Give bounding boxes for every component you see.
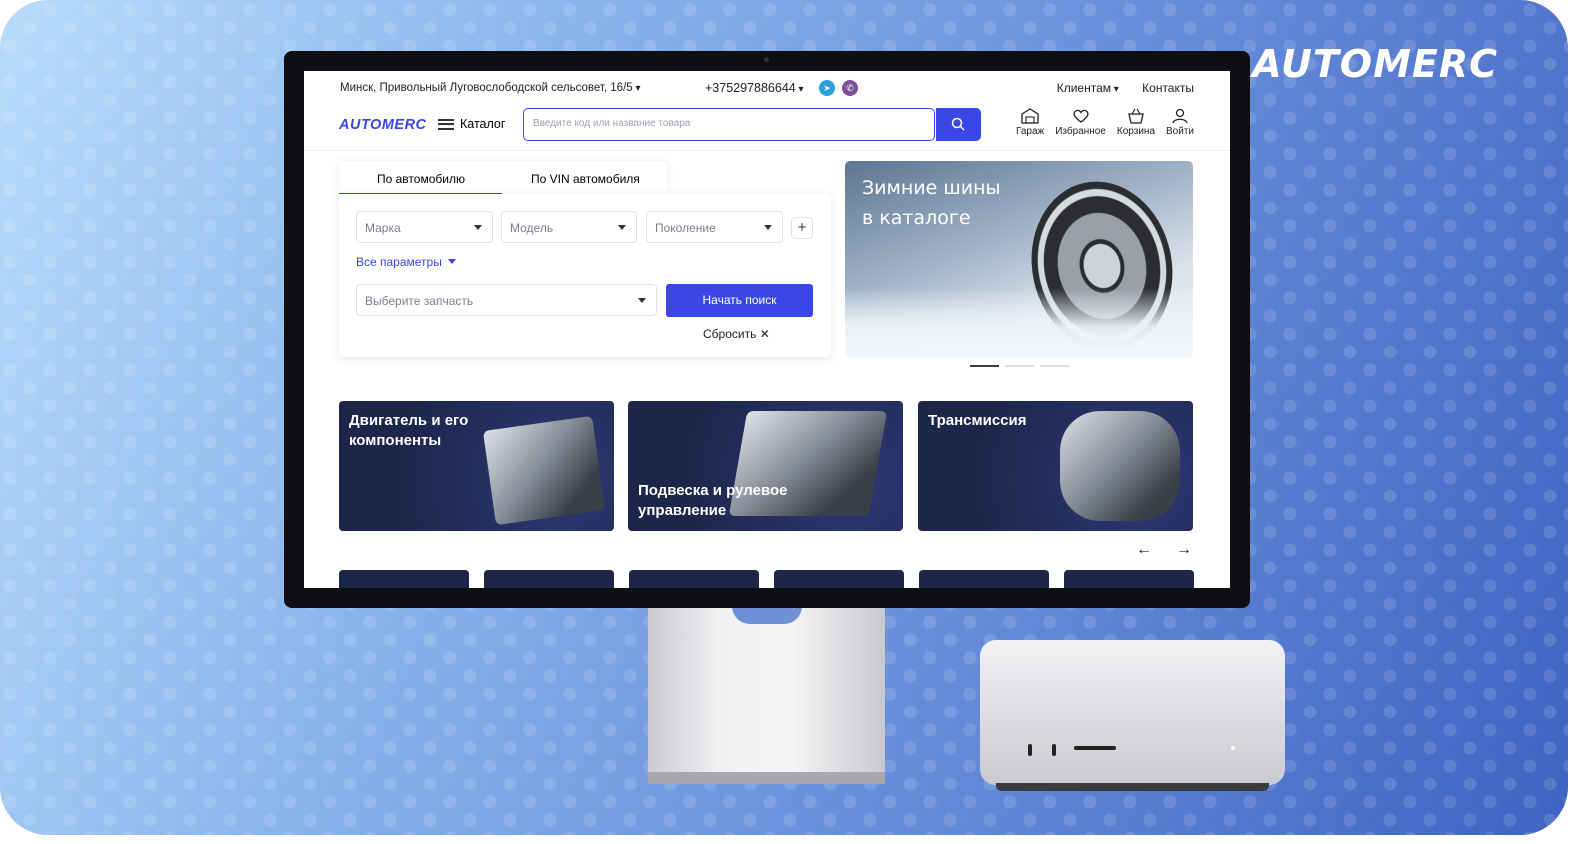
phone-selector[interactable]: +375297886644 [705, 81, 804, 95]
engine-image [482, 415, 606, 526]
search-tabs: По автомобилю По VIN автомобиля [339, 161, 667, 195]
arrow-left-icon[interactable]: ← [1136, 541, 1152, 558]
header: AUTOMERC Каталог Введите код или названи… [304, 107, 1230, 151]
user-icon [1172, 108, 1188, 124]
model-select[interactable]: Модель [501, 211, 637, 243]
address-selector[interactable]: Минск, Привольный Луговослободской сельс… [340, 82, 640, 94]
monitor-stand-base [648, 772, 885, 784]
search-button[interactable] [936, 108, 981, 141]
basket-icon [1128, 108, 1144, 124]
heart-icon [1073, 109, 1089, 123]
category-title: Подвеска и рулевое управление [638, 482, 788, 519]
product-card[interactable] [774, 570, 904, 588]
garage-label: Гараж [1016, 126, 1045, 137]
car-search-panel: Марка Модель Поколение + Все параметры В… [339, 194, 831, 357]
reset-label: Сбросить [703, 327, 757, 341]
category-transmission[interactable]: Трансмиссия [918, 401, 1193, 531]
usb-port-icon [1028, 744, 1032, 756]
carousel-dot[interactable] [970, 365, 999, 367]
sd-slot-icon [1074, 746, 1116, 750]
cart-label: Корзина [1116, 126, 1156, 137]
reset-button[interactable]: Сбросить ✕ [703, 327, 770, 341]
category-suspension[interactable]: Подвеска и рулевое управление [628, 401, 903, 531]
start-search-button[interactable]: Начать поиск [666, 284, 813, 317]
carousel-dots [970, 365, 1069, 367]
usb-port-icon [1052, 744, 1056, 756]
mac-studio [980, 640, 1285, 791]
catalog-label: Каталог [460, 117, 506, 131]
camera-icon [764, 57, 769, 62]
power-led-icon [1231, 746, 1235, 750]
product-row-preview [339, 570, 1194, 588]
banner-line-1: Зимние шины [862, 177, 1001, 199]
tab-by-car[interactable]: По автомобилю [377, 172, 465, 186]
add-icon[interactable]: + [791, 217, 813, 239]
garage-button[interactable]: Гараж [1016, 108, 1044, 137]
product-card[interactable] [484, 570, 614, 588]
clients-menu[interactable]: Клиентам [1057, 81, 1119, 95]
cart-button[interactable]: Корзина [1117, 108, 1155, 137]
category-title: Двигатель и его компоненты [349, 412, 469, 449]
close-icon: ✕ [759, 327, 770, 341]
viber-icon[interactable]: ✆ [842, 80, 858, 96]
category-title: Трансмиссия [928, 412, 1027, 429]
login-button[interactable]: Войти [1166, 108, 1194, 137]
site-logo[interactable]: AUTOMERC [339, 117, 427, 133]
mac-studio-base [996, 783, 1269, 791]
product-card[interactable] [919, 570, 1049, 588]
category-arrows: ← → [1136, 541, 1216, 559]
favorites-label: Избранное [1055, 126, 1106, 137]
monitor: Минск, Привольный Луговослободской сельс… [284, 51, 1250, 608]
carousel-dot[interactable] [1005, 365, 1034, 367]
transmission-image [1060, 411, 1180, 521]
favorites-button[interactable]: Избранное [1055, 108, 1106, 137]
brand-logo: AUTOMERC [1252, 42, 1498, 86]
product-card[interactable] [1064, 570, 1194, 588]
all-params-toggle[interactable]: Все параметры [356, 255, 456, 269]
tab-by-vin[interactable]: По VIN автомобиля [531, 172, 640, 186]
contacts-link[interactable]: Контакты [1142, 81, 1194, 95]
banner-title: Зимние шины в каталоге [862, 173, 1001, 233]
generation-select[interactable]: Поколение [646, 211, 783, 243]
product-card[interactable] [629, 570, 759, 588]
category-engine[interactable]: Двигатель и его компоненты [339, 401, 614, 531]
login-label: Войти [1166, 126, 1194, 137]
topbar: Минск, Привольный Луговослободской сельс… [304, 71, 1230, 107]
search-box[interactable]: Введите код или название товара [523, 108, 935, 141]
brand-select[interactable]: Марка [356, 211, 493, 243]
banner-line-2: в каталоге [862, 207, 971, 229]
menu-icon [438, 118, 454, 130]
promo-banner[interactable]: Зимние шины в каталоге [845, 161, 1193, 358]
telegram-icon[interactable]: ➤ [819, 80, 835, 96]
website-screen: Минск, Привольный Луговослободской сельс… [304, 71, 1230, 588]
arrow-right-icon[interactable]: → [1176, 541, 1192, 558]
product-card[interactable] [339, 570, 469, 588]
catalog-button[interactable]: Каталог [438, 117, 505, 131]
garage-icon [1021, 108, 1039, 124]
carousel-dot[interactable] [1040, 365, 1069, 367]
search-icon [951, 117, 965, 131]
part-select[interactable]: Выберите запчасть [356, 284, 657, 316]
monitor-stand [648, 606, 885, 784]
search-input[interactable]: Введите код или название товара [533, 118, 923, 129]
snow-image [845, 288, 1193, 358]
